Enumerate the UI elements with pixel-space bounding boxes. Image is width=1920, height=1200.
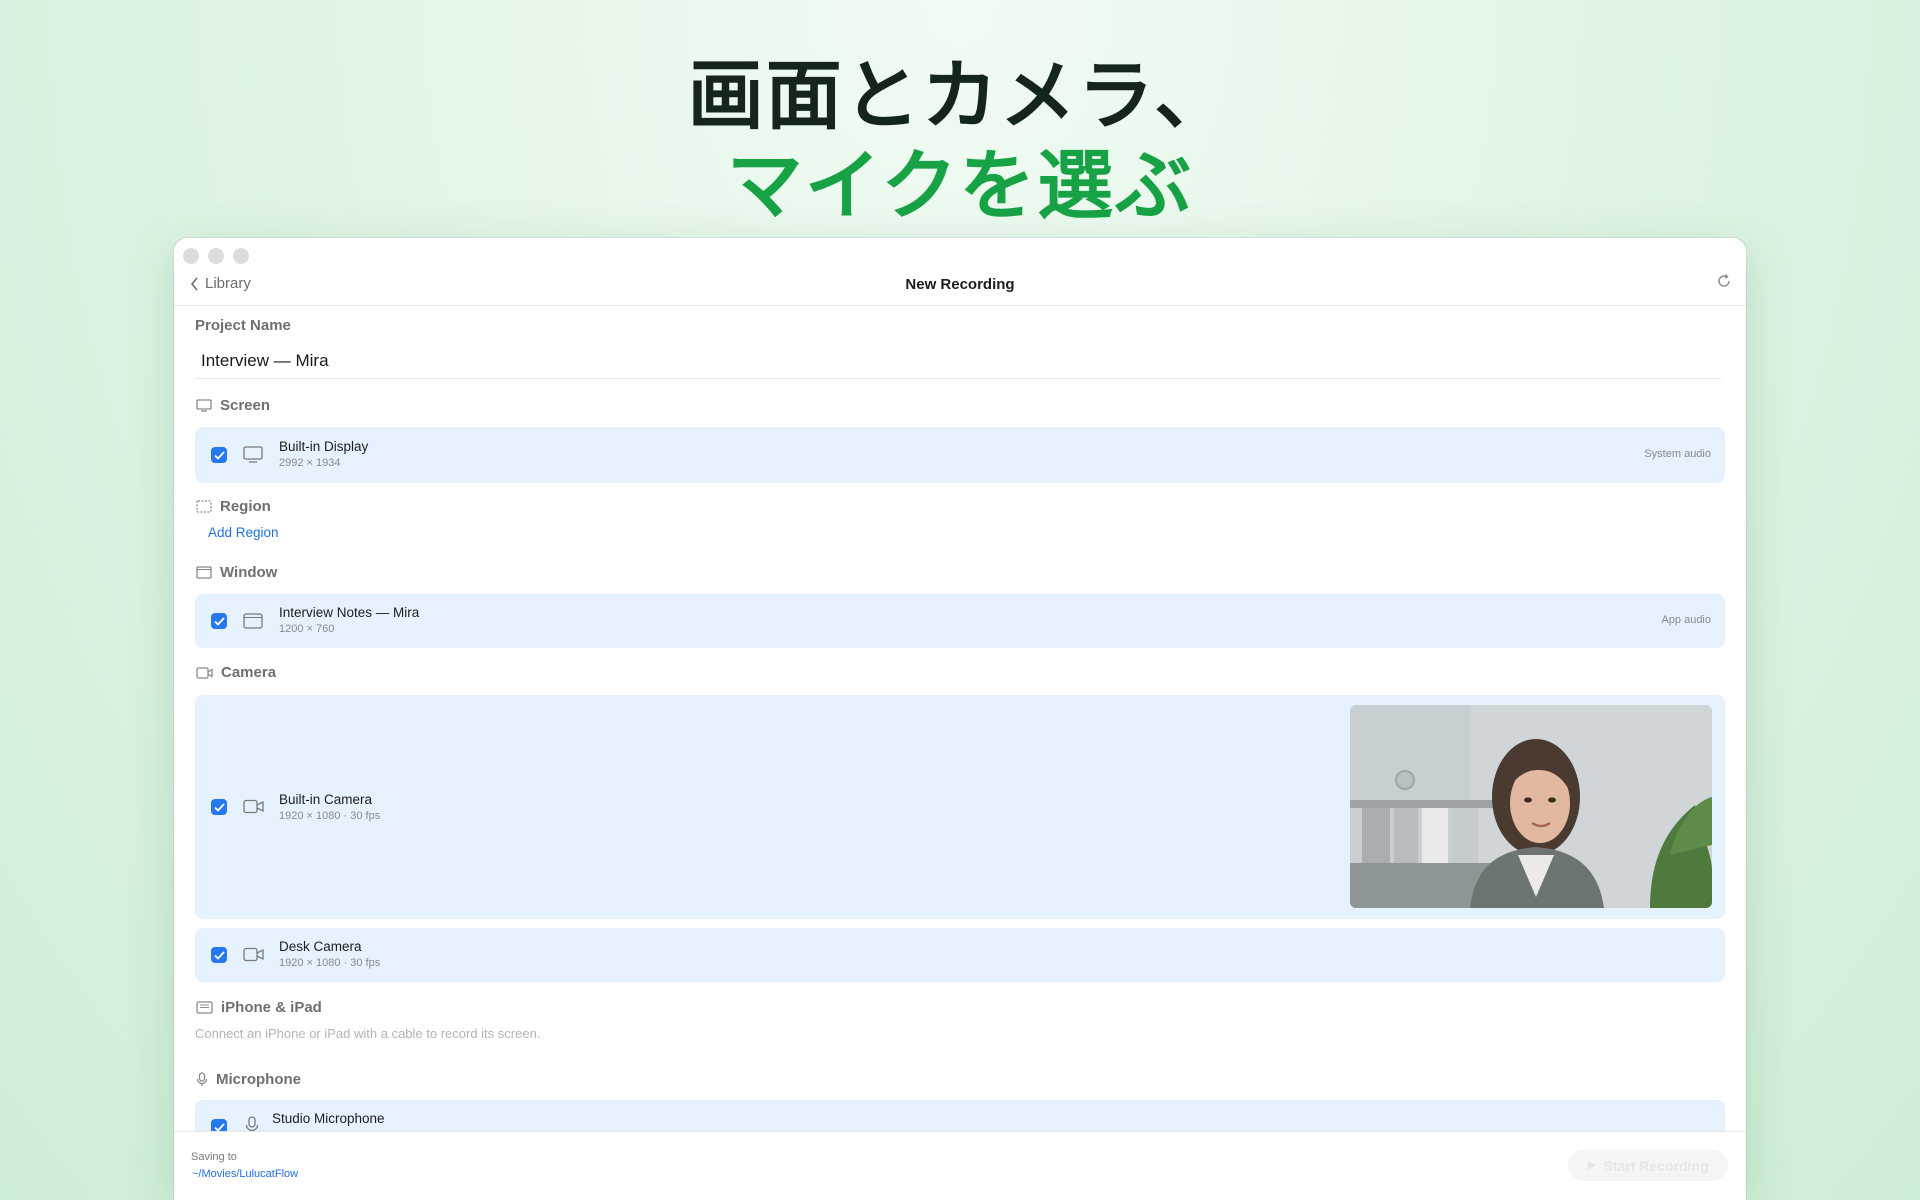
screen-section-header: Screen (196, 397, 270, 414)
screen-row-built-in-display[interactable]: Built-in Display 2992 × 1934 System audi… (195, 427, 1725, 483)
desk-camera-name: Desk Camera (279, 939, 362, 954)
headline: 画面とカメラ、 マイクを選ぶ (0, 52, 1920, 232)
save-path-link[interactable]: ~/Movies/LulucatFlow (192, 1168, 298, 1180)
camera-section-label: Camera (221, 664, 277, 681)
iphone-ipad-section-label: iPhone & iPad (221, 999, 322, 1016)
window-section-header: Window (196, 564, 277, 581)
display-icon (243, 446, 263, 463)
iphone-ipad-section-header: iPhone & iPad (196, 999, 322, 1016)
camera-row-built-in-camera[interactable]: Built-in Camera 1920 × 1080 · 30 fps (195, 695, 1725, 919)
built-in-camera-name: Built-in Camera (279, 792, 373, 807)
desk-camera-checkbox[interactable] (211, 947, 227, 963)
window-checkbox[interactable] (211, 613, 227, 629)
window-icon (243, 613, 263, 629)
close-window-button[interactable] (183, 248, 199, 264)
project-name-input[interactable] (195, 343, 1723, 379)
screen-checkbox[interactable] (211, 447, 227, 463)
camera-section-header: Camera (196, 664, 276, 681)
video-camera-icon (243, 799, 264, 814)
window-icon (196, 566, 212, 579)
screen-audio-label: System audio (1644, 448, 1711, 460)
window-row-interview-notes[interactable]: Interview Notes — Mira 1200 × 760 App au… (195, 594, 1725, 648)
start-recording-label: Start Recording (1603, 1157, 1709, 1174)
app-window: Library New Recording Project Name Scree… (174, 238, 1746, 1200)
add-region-link[interactable]: Add Region (208, 525, 279, 540)
desk-camera-format: 1920 × 1080 · 30 fps (279, 957, 381, 969)
checkmark-icon (213, 950, 225, 960)
window-resolution: 1200 × 760 (279, 623, 335, 635)
microphone-icon (196, 1072, 208, 1086)
headline-line-1: 画面とカメラ、 (687, 51, 1233, 140)
chevron-left-icon (190, 276, 198, 291)
microphone-section-label: Microphone (216, 1071, 301, 1088)
microphone-section-header: Microphone (196, 1071, 301, 1088)
window-name: Interview Notes — Mira (279, 605, 420, 620)
project-name-label: Project Name (195, 317, 291, 334)
microphone-checkbox[interactable] (211, 1119, 227, 1131)
iphone-ipad-hint: Connect an iPhone or iPad with a cable t… (195, 1026, 541, 1041)
window-audio-label: App audio (1661, 614, 1711, 626)
headline-line-2: マイクを選ぶ (726, 141, 1194, 230)
region-section-label: Region (220, 498, 271, 515)
start-recording-button[interactable]: Start Recording (1568, 1150, 1728, 1181)
built-in-camera-format: 1920 × 1080 · 30 fps (279, 810, 381, 822)
screen-name: Built-in Display (279, 439, 369, 454)
microphone-icon (245, 1116, 259, 1131)
window-controls (183, 248, 249, 264)
camera-row-desk-camera[interactable]: Desk Camera 1920 × 1080 · 30 fps (195, 928, 1725, 982)
refresh-icon[interactable] (1716, 273, 1732, 289)
region-icon (196, 500, 212, 513)
checkmark-icon (213, 616, 225, 626)
video-camera-icon (243, 947, 264, 962)
checkmark-icon (213, 1122, 225, 1131)
title-bar: Library New Recording (174, 238, 1746, 306)
checkmark-icon (213, 802, 225, 812)
region-section-header: Region (196, 498, 271, 515)
video-camera-icon (196, 666, 213, 679)
microphone-row-studio[interactable]: Studio Microphone (195, 1100, 1725, 1131)
back-button-label: Library (205, 275, 251, 292)
saving-to-label: Saving to (191, 1151, 237, 1163)
minimize-window-button[interactable] (208, 248, 224, 264)
camera-preview-image (1350, 705, 1712, 908)
zoom-window-button[interactable] (233, 248, 249, 264)
display-icon (196, 399, 212, 412)
window-title: New Recording (905, 276, 1015, 293)
checkmark-icon (213, 450, 225, 460)
screen-section-label: Screen (220, 397, 271, 414)
camera-preview (1350, 705, 1712, 908)
built-in-camera-checkbox[interactable] (211, 799, 227, 815)
microphone-name: Studio Microphone (272, 1111, 385, 1126)
recording-form: Project Name Screen Built-in Display 299… (174, 307, 1746, 1131)
window-section-label: Window (220, 564, 278, 581)
footer-bar: Saving to ~/Movies/LulucatFlow Start Rec… (174, 1131, 1746, 1200)
play-icon (1588, 1161, 1597, 1170)
screen-resolution: 2992 × 1934 (279, 457, 341, 469)
devices-icon (196, 1001, 213, 1014)
back-button[interactable]: Library (190, 275, 251, 292)
